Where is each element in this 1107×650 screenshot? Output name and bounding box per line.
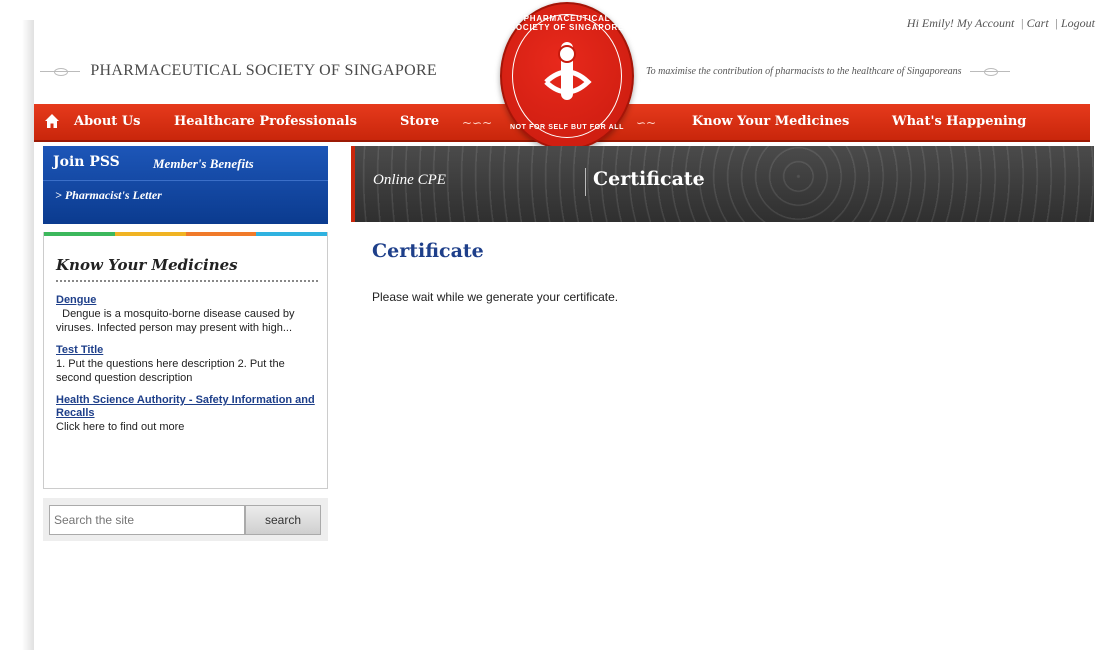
kym-item-title[interactable]: Test Title bbox=[56, 344, 318, 357]
logout-link[interactable]: Logout bbox=[1061, 16, 1095, 30]
join-pss-box: Join PSS Member's Benefits > Pharmacist'… bbox=[43, 146, 328, 224]
status-message: Please wait while we generate your certi… bbox=[372, 290, 619, 304]
join-pss-link[interactable]: Join PSS bbox=[53, 154, 120, 170]
banner-divider bbox=[585, 168, 586, 196]
flourish-right-icon bbox=[970, 68, 1011, 77]
kym-item-title[interactable]: Health Science Authority - Safety Inform… bbox=[56, 394, 318, 420]
color-strip bbox=[44, 232, 327, 236]
flourish-left-icon bbox=[40, 67, 80, 76]
snake-bowl-icon bbox=[544, 42, 592, 100]
society-logo[interactable]: PHARMACEUTICAL SOCIETY OF SINGAPORE NOT … bbox=[500, 2, 634, 150]
nav-item-about-us[interactable]: About Us bbox=[74, 114, 141, 129]
kym-divider bbox=[56, 280, 318, 282]
page-title: Certificate bbox=[372, 240, 484, 262]
home-icon[interactable] bbox=[44, 113, 60, 129]
page-shadow bbox=[22, 20, 34, 650]
kym-item-title[interactable]: Dengue bbox=[56, 294, 318, 307]
list-item: Dengue Dengue is a mosquito-borne diseas… bbox=[56, 294, 318, 335]
kym-item-desc: Click here to find out more bbox=[56, 421, 185, 433]
swirl-left-icon: ~∽~ bbox=[462, 116, 493, 130]
logo-text-top: PHARMACEUTICAL SOCIETY OF SINGAPORE bbox=[509, 14, 625, 32]
know-your-medicines-box: Know Your Medicines Dengue Dengue is a m… bbox=[43, 232, 328, 489]
list-item: Test Title 1. Put the questions here des… bbox=[56, 344, 318, 385]
banner-pattern bbox=[355, 146, 1094, 222]
kym-item-desc: Dengue is a mosquito-borne disease cause… bbox=[56, 308, 298, 334]
cart-link[interactable]: Cart bbox=[1027, 16, 1049, 30]
page-banner: Online CPE Certificate bbox=[351, 146, 1094, 222]
banner-title: Certificate bbox=[593, 168, 705, 190]
search-button[interactable]: search bbox=[245, 505, 321, 535]
site-title-text: PHARMACEUTICAL SOCIETY OF SINGAPORE bbox=[90, 62, 437, 79]
my-account-link[interactable]: My Account bbox=[957, 16, 1014, 30]
pharmacists-letter-link[interactable]: > Pharmacist's Letter bbox=[55, 188, 162, 203]
search-box: search bbox=[43, 498, 328, 541]
strip-orange bbox=[185, 232, 257, 236]
join-divider bbox=[43, 180, 328, 181]
kym-title: Know Your Medicines bbox=[56, 256, 238, 274]
strip-green bbox=[44, 232, 115, 236]
top-link-separator: | bbox=[1054, 16, 1058, 30]
top-link-separator: | bbox=[1020, 16, 1024, 30]
breadcrumb[interactable]: Online CPE bbox=[373, 172, 446, 189]
greeting-text: Hi Emily! bbox=[906, 16, 954, 30]
nav-item-whats-happening[interactable]: What's Happening bbox=[892, 114, 1026, 129]
main-content: Certificate Please wait while we generat… bbox=[372, 240, 1072, 304]
kym-list: Dengue Dengue is a mosquito-borne diseas… bbox=[56, 294, 318, 443]
member-benefits-link[interactable]: Member's Benefits bbox=[153, 156, 254, 172]
search-input[interactable] bbox=[49, 505, 245, 535]
kym-item-desc: 1. Put the questions here description 2.… bbox=[56, 358, 285, 384]
site-tagline: To maximise the contribution of pharmaci… bbox=[646, 66, 1016, 77]
nav-item-healthcare-professionals[interactable]: Healthcare Professionals bbox=[174, 114, 357, 129]
top-links: Hi Emily! My Account | Cart | Logout bbox=[907, 16, 1095, 31]
site-title[interactable]: PHARMACEUTICAL SOCIETY OF SINGAPORE bbox=[34, 62, 437, 80]
nav-item-know-your-medicines[interactable]: Know Your Medicines bbox=[692, 114, 849, 129]
swirl-right-icon: ∽~ bbox=[636, 116, 657, 130]
logo-text-bottom: NOT FOR SELF BUT FOR ALL bbox=[509, 124, 625, 131]
strip-blue bbox=[256, 232, 327, 236]
nav-item-store[interactable]: Store bbox=[400, 114, 439, 129]
sidebar: Join PSS Member's Benefits > Pharmacist'… bbox=[43, 146, 328, 541]
list-item: Health Science Authority - Safety Inform… bbox=[56, 394, 318, 434]
strip-yellow bbox=[114, 232, 186, 236]
tagline-text: To maximise the contribution of pharmaci… bbox=[646, 66, 962, 77]
